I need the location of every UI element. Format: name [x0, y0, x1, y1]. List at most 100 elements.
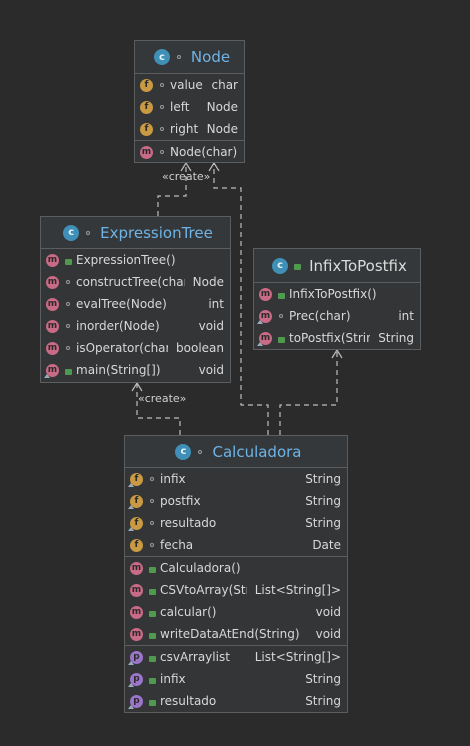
- property-row[interactable]: p csvArraylist List<String[]>: [125, 646, 347, 668]
- method-row[interactable]: m Prec(char) int: [254, 305, 420, 327]
- method-type: String: [378, 331, 414, 345]
- methods-section: m Node(char): [135, 141, 244, 163]
- class-name: Node: [190, 48, 231, 66]
- method-type: int: [208, 297, 224, 311]
- properties-section: p csvArraylist List<String[]> p infix St…: [125, 646, 347, 712]
- class-icon: c: [153, 49, 170, 65]
- visibility-package-icon: [194, 449, 206, 454]
- visibility-package-icon: [156, 83, 168, 87]
- method-icon: m: [46, 297, 59, 311]
- field-icon: f: [140, 122, 153, 136]
- class-header: c Node: [135, 41, 244, 74]
- method-row[interactable]: m ExpressionTree(): [41, 249, 230, 271]
- field-name: value: [170, 78, 203, 92]
- method-name: Calculadora(): [160, 561, 241, 575]
- method-row[interactable]: m evalTree(Node) int: [41, 293, 230, 315]
- property-name: resultado: [160, 694, 217, 708]
- visibility-package-icon: [156, 105, 168, 109]
- field-row[interactable]: f infix String: [125, 468, 347, 490]
- method-row[interactable]: m toPostfix(String) String: [254, 327, 420, 349]
- dependency-calculadora-infixtopostfix: [279, 350, 338, 435]
- static-marker-icon: [257, 342, 263, 346]
- class-calculadora[interactable]: c Calculadora f infix String f postfix S…: [124, 435, 348, 713]
- field-type: String: [305, 494, 341, 508]
- method-row[interactable]: m isOperator(char) boolean: [41, 337, 230, 359]
- visibility-public-icon: [146, 697, 158, 706]
- method-icon: m: [130, 561, 143, 575]
- field-name: infix: [160, 472, 186, 486]
- field-row[interactable]: f right Node: [135, 118, 244, 140]
- method-icon: m: [46, 253, 59, 267]
- class-header: c ExpressionTree: [41, 217, 230, 249]
- visibility-public-icon: [62, 256, 74, 265]
- static-marker-icon: [128, 505, 134, 509]
- visibility-public-icon: [146, 675, 158, 684]
- method-type: List<String[]>: [254, 583, 341, 597]
- method-row[interactable]: m constructTree(char[]) Node: [41, 271, 230, 293]
- class-name: InfixToPostfix: [309, 256, 407, 275]
- static-marker-icon: [257, 320, 263, 324]
- field-row[interactable]: f fecha Date: [125, 534, 347, 556]
- methods-section: m ExpressionTree() m constructTree(char[…: [41, 249, 230, 381]
- method-icon: m: [130, 583, 143, 597]
- class-infixtopostfix[interactable]: c InfixToPostfix m InfixToPostfix() m Pr…: [253, 248, 421, 350]
- method-type: void: [198, 319, 224, 333]
- field-name: left: [170, 100, 190, 114]
- static-marker-icon: [44, 374, 50, 378]
- method-row[interactable]: m calcular() void: [125, 601, 347, 623]
- static-marker-icon: [128, 705, 134, 709]
- field-name: right: [170, 122, 199, 136]
- field-row[interactable]: f value char: [135, 74, 244, 96]
- field-icon: f: [140, 78, 153, 92]
- method-type: int: [398, 309, 414, 323]
- visibility-package-icon: [62, 346, 74, 350]
- visibility-package-icon: [156, 150, 168, 154]
- visibility-package-icon: [146, 543, 158, 547]
- method-row[interactable]: m Calculadora(): [125, 557, 347, 579]
- visibility-package-icon: [62, 302, 74, 306]
- method-icon: m: [140, 145, 153, 159]
- field-name: fecha: [160, 538, 194, 552]
- visibility-public-icon: [146, 630, 158, 639]
- create-label-top: «create»: [162, 170, 211, 183]
- class-name: ExpressionTree: [100, 223, 213, 242]
- field-type: Date: [312, 538, 341, 552]
- visibility-package-icon: [62, 324, 74, 328]
- fields-section: f infix String f postfix String f result…: [125, 468, 347, 557]
- method-icon: m: [130, 627, 143, 641]
- field-row[interactable]: f postfix String: [125, 490, 347, 512]
- method-name: Node(char): [170, 145, 238, 159]
- method-name: CSVtoArray(String): [160, 583, 247, 597]
- method-row[interactable]: m CSVtoArray(String) List<String[]>: [125, 579, 347, 601]
- method-icon: m: [130, 605, 143, 619]
- class-node[interactable]: c Node f value char f left Node f right …: [134, 40, 245, 163]
- visibility-public-icon: [146, 564, 158, 573]
- method-row[interactable]: m Node(char): [135, 141, 244, 163]
- method-row[interactable]: m writeDataAtEnd(String) void: [125, 623, 347, 645]
- methods-section: m InfixToPostfix() m Prec(char) int m to…: [254, 283, 420, 349]
- method-name: isOperator(char): [76, 341, 169, 355]
- class-expressiontree[interactable]: c ExpressionTree m ExpressionTree() m co…: [40, 216, 231, 383]
- method-name: main(String[]): [76, 363, 161, 377]
- visibility-package-icon: [146, 477, 158, 481]
- method-name: evalTree(Node): [76, 297, 167, 311]
- field-row[interactable]: f resultado String: [125, 512, 347, 534]
- field-type: String: [305, 516, 341, 530]
- visibility-package-icon: [146, 499, 158, 503]
- method-row[interactable]: m inorder(Node) void: [41, 315, 230, 337]
- property-row[interactable]: p resultado String: [125, 690, 347, 712]
- method-type: void: [315, 627, 341, 641]
- visibility-public-icon: [146, 608, 158, 617]
- method-row[interactable]: m InfixToPostfix(): [254, 283, 420, 305]
- field-row[interactable]: f left Node: [135, 96, 244, 118]
- method-row[interactable]: m main(String[]) void: [41, 359, 230, 381]
- visibility-public-icon: [62, 366, 74, 375]
- visibility-public-icon: [275, 334, 287, 343]
- visibility-package-icon: [173, 55, 185, 59]
- class-header: c Calculadora: [125, 436, 347, 468]
- property-row[interactable]: p infix String: [125, 668, 347, 690]
- field-type: String: [305, 472, 341, 486]
- method-name: ExpressionTree(): [76, 253, 176, 267]
- method-icon: m: [46, 319, 59, 333]
- method-type: void: [198, 363, 224, 377]
